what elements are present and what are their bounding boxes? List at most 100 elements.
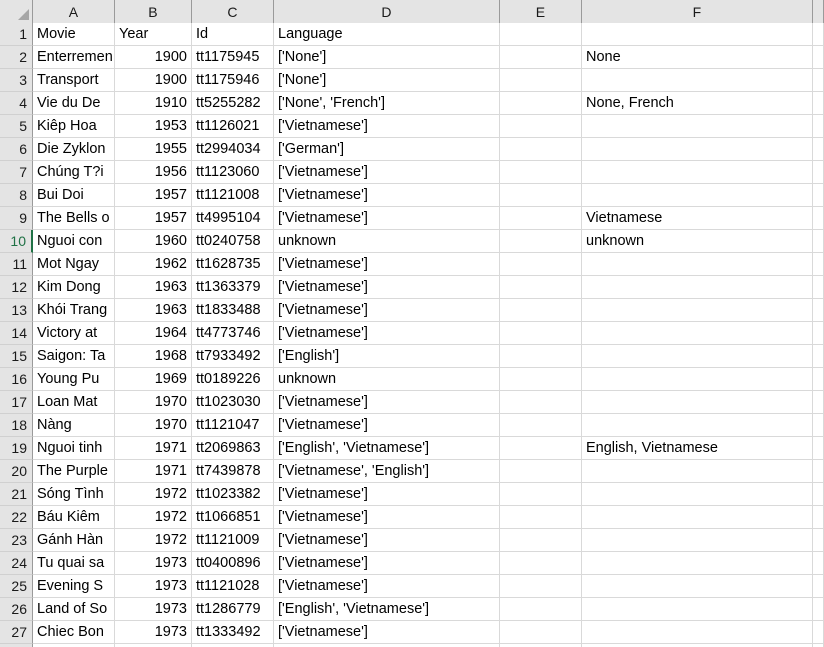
cell-G5[interactable] [813,115,824,138]
cell-F2[interactable]: None [582,46,813,69]
cell-A11[interactable]: Mot Ngay [33,253,115,276]
cell-G27[interactable] [813,621,824,644]
cell-F7[interactable] [582,161,813,184]
table-row[interactable]: 2 Enterremen 1900 tt1175945 ['None'] None [0,46,824,69]
cell-E15[interactable] [500,345,582,368]
row-header-26[interactable]: 26 [0,598,33,621]
cell-B13[interactable]: 1963 [115,299,192,322]
cell-A25[interactable]: Evening S [33,575,115,598]
row-header-21[interactable]: 21 [0,483,33,506]
cell-C8[interactable]: tt1121008 [192,184,274,207]
cell-A12[interactable]: Kim Dong [33,276,115,299]
cell-B25[interactable]: 1973 [115,575,192,598]
cell-G26[interactable] [813,598,824,621]
table-row[interactable]: 23 Gánh Hàn 1972 tt1121009 ['Vietnamese'] [0,529,824,552]
row-header-19[interactable]: 19 [0,437,33,460]
cell-D4[interactable]: ['None', 'French'] [274,92,500,115]
cell-G22[interactable] [813,506,824,529]
table-row[interactable]: 15 Saigon: Ta 1968 tt7933492 ['English'] [0,345,824,368]
cell-C10[interactable]: tt0240758 [192,230,274,253]
cell-F15[interactable] [582,345,813,368]
cell-D17[interactable]: ['Vietnamese'] [274,391,500,414]
select-all-button[interactable] [0,0,33,23]
cell-A22[interactable]: Báu Kiêm [33,506,115,529]
cell-F20[interactable] [582,460,813,483]
cell-D23[interactable]: ['Vietnamese'] [274,529,500,552]
table-row[interactable]: 25 Evening S 1973 tt1121028 ['Vietnamese'] [0,575,824,598]
cell-E20[interactable] [500,460,582,483]
cell-D6[interactable]: ['German'] [274,138,500,161]
cell-C9[interactable]: tt4995104 [192,207,274,230]
cell-E5[interactable] [500,115,582,138]
cell-B22[interactable]: 1972 [115,506,192,529]
row-header-27[interactable]: 27 [0,621,33,644]
cell-A1[interactable]: Movie [33,23,115,46]
cell-B16[interactable]: 1969 [115,368,192,391]
cell-C22[interactable]: tt1066851 [192,506,274,529]
row-header-1[interactable]: 1 [0,23,33,46]
cell-B20[interactable]: 1971 [115,460,192,483]
cell-A4[interactable]: Vie du De [33,92,115,115]
cell-A24[interactable]: Tu quai sa [33,552,115,575]
cell-A14[interactable]: Victory at [33,322,115,345]
cell-D19[interactable]: ['English', 'Vietnamese'] [274,437,500,460]
cell-B15[interactable]: 1968 [115,345,192,368]
cell-C23[interactable]: tt1121009 [192,529,274,552]
cell-E16[interactable] [500,368,582,391]
cell-A18[interactable]: Nàng [33,414,115,437]
row-header-18[interactable]: 18 [0,414,33,437]
cell-C27[interactable]: tt1333492 [192,621,274,644]
cell-C1[interactable]: Id [192,23,274,46]
cell-E18[interactable] [500,414,582,437]
cell-G24[interactable] [813,552,824,575]
cell-G19[interactable] [813,437,824,460]
cell-F14[interactable] [582,322,813,345]
cell-D8[interactable]: ['Vietnamese'] [274,184,500,207]
cell-C26[interactable]: tt1286779 [192,598,274,621]
cell-G3[interactable] [813,69,824,92]
cell-G15[interactable] [813,345,824,368]
cell-B14[interactable]: 1964 [115,322,192,345]
cell-E21[interactable] [500,483,582,506]
cell-G9[interactable] [813,207,824,230]
table-row[interactable]: 8 Bui Doi 1957 tt1121008 ['Vietnamese'] [0,184,824,207]
cell-F24[interactable] [582,552,813,575]
cell-A10[interactable]: Nguoi con [33,230,115,253]
cell-F12[interactable] [582,276,813,299]
cell-G1[interactable] [813,23,824,46]
cell-E23[interactable] [500,529,582,552]
table-row[interactable]: 7 Chúng T?i 1956 tt1123060 ['Vietnamese'] [0,161,824,184]
cell-B24[interactable]: 1973 [115,552,192,575]
cell-E19[interactable] [500,437,582,460]
cell-E11[interactable] [500,253,582,276]
cell-E2[interactable] [500,46,582,69]
cell-A23[interactable]: Gánh Hàn [33,529,115,552]
column-header-f[interactable]: F [582,0,813,23]
cell-D3[interactable]: ['None'] [274,69,500,92]
cell-B27[interactable]: 1973 [115,621,192,644]
cell-G7[interactable] [813,161,824,184]
cell-A27[interactable]: Chiec Bon [33,621,115,644]
cell-A21[interactable]: Sóng Tình [33,483,115,506]
cell-A6[interactable]: Die Zyklon [33,138,115,161]
cell-D9[interactable]: ['Vietnamese'] [274,207,500,230]
cell-G20[interactable] [813,460,824,483]
cell-G13[interactable] [813,299,824,322]
cell-F11[interactable] [582,253,813,276]
row-header-4[interactable]: 4 [0,92,33,115]
cell-B7[interactable]: 1956 [115,161,192,184]
cell-D15[interactable]: ['English'] [274,345,500,368]
cell-F1[interactable] [582,23,813,46]
cell-B4[interactable]: 1910 [115,92,192,115]
cell-A19[interactable]: Nguoi tinh [33,437,115,460]
cell-F23[interactable] [582,529,813,552]
cell-F5[interactable] [582,115,813,138]
table-row[interactable]: 19 Nguoi tinh 1971 tt2069863 ['English', 'Vi… [0,437,824,460]
cell-E26[interactable] [500,598,582,621]
cell-F19[interactable]: English, Vietnamese [582,437,813,460]
cell-B21[interactable]: 1972 [115,483,192,506]
cell-C18[interactable]: tt1121047 [192,414,274,437]
cell-C2[interactable]: tt1175945 [192,46,274,69]
cell-C7[interactable]: tt1123060 [192,161,274,184]
row-header-25[interactable]: 25 [0,575,33,598]
